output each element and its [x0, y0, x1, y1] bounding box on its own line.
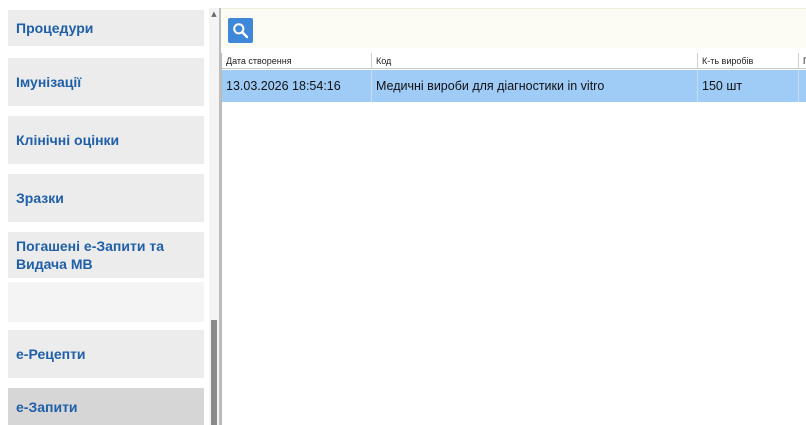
cell-extra [799, 70, 806, 102]
sidebar-scrollbar[interactable]: ▲ [209, 8, 219, 425]
sidebar-item-redeemed-requests[interactable]: Погашені е-Запити та Видача МВ [8, 232, 204, 278]
sidebar-item-label: Процедури [16, 20, 94, 36]
scroll-thumb[interactable] [211, 320, 217, 425]
sidebar: Процедури Імунізації Клінічні оцінки Зра… [0, 0, 221, 425]
column-header-quantity[interactable]: К-ть виробів [698, 53, 799, 69]
cell-quantity: 150 шт [698, 70, 799, 102]
table-row[interactable]: 13.03.2026 18:54:16 Медичні вироби для д… [222, 70, 806, 102]
data-grid: Дата створення Код К-ть виробів П 13.03.… [221, 53, 806, 425]
grid-header: Дата створення Код К-ть виробів П [222, 53, 806, 69]
sidebar-item-clinical-assessments[interactable]: Клінічні оцінки [8, 116, 204, 164]
search-button[interactable] [228, 18, 253, 43]
sidebar-item-label: е-Запити [16, 398, 78, 415]
sidebar-item-e-prescriptions[interactable]: е-Рецепти [8, 330, 204, 378]
search-icon [233, 23, 249, 39]
sidebar-item-label: Імунізації [16, 74, 82, 90]
scroll-up-arrow-icon[interactable]: ▲ [209, 8, 219, 20]
column-header-created[interactable]: Дата створення [222, 53, 372, 69]
toolbar [221, 8, 806, 48]
column-header-code[interactable]: Код [372, 53, 698, 69]
sidebar-item-label: Погашені е-Запити та Видача МВ [16, 238, 164, 272]
cell-created: 13.03.2026 18:54:16 [222, 70, 372, 102]
sidebar-item-e-requests[interactable]: е-Запити [8, 388, 204, 425]
sidebar-item-samples[interactable]: Зразки [8, 174, 204, 222]
sidebar-item-label: Зразки [16, 190, 64, 206]
sidebar-item-procedures[interactable]: Процедури [8, 10, 204, 46]
sidebar-spacer [8, 282, 204, 322]
sidebar-item-label: е-Рецепти [16, 346, 86, 362]
sidebar-item-label: Клінічні оцінки [16, 132, 120, 148]
cell-code: Медичні вироби для діагностики in vitro [372, 70, 698, 102]
column-header-extra[interactable]: П [799, 53, 806, 69]
sidebar-item-immunizations[interactable]: Імунізації [8, 58, 204, 106]
